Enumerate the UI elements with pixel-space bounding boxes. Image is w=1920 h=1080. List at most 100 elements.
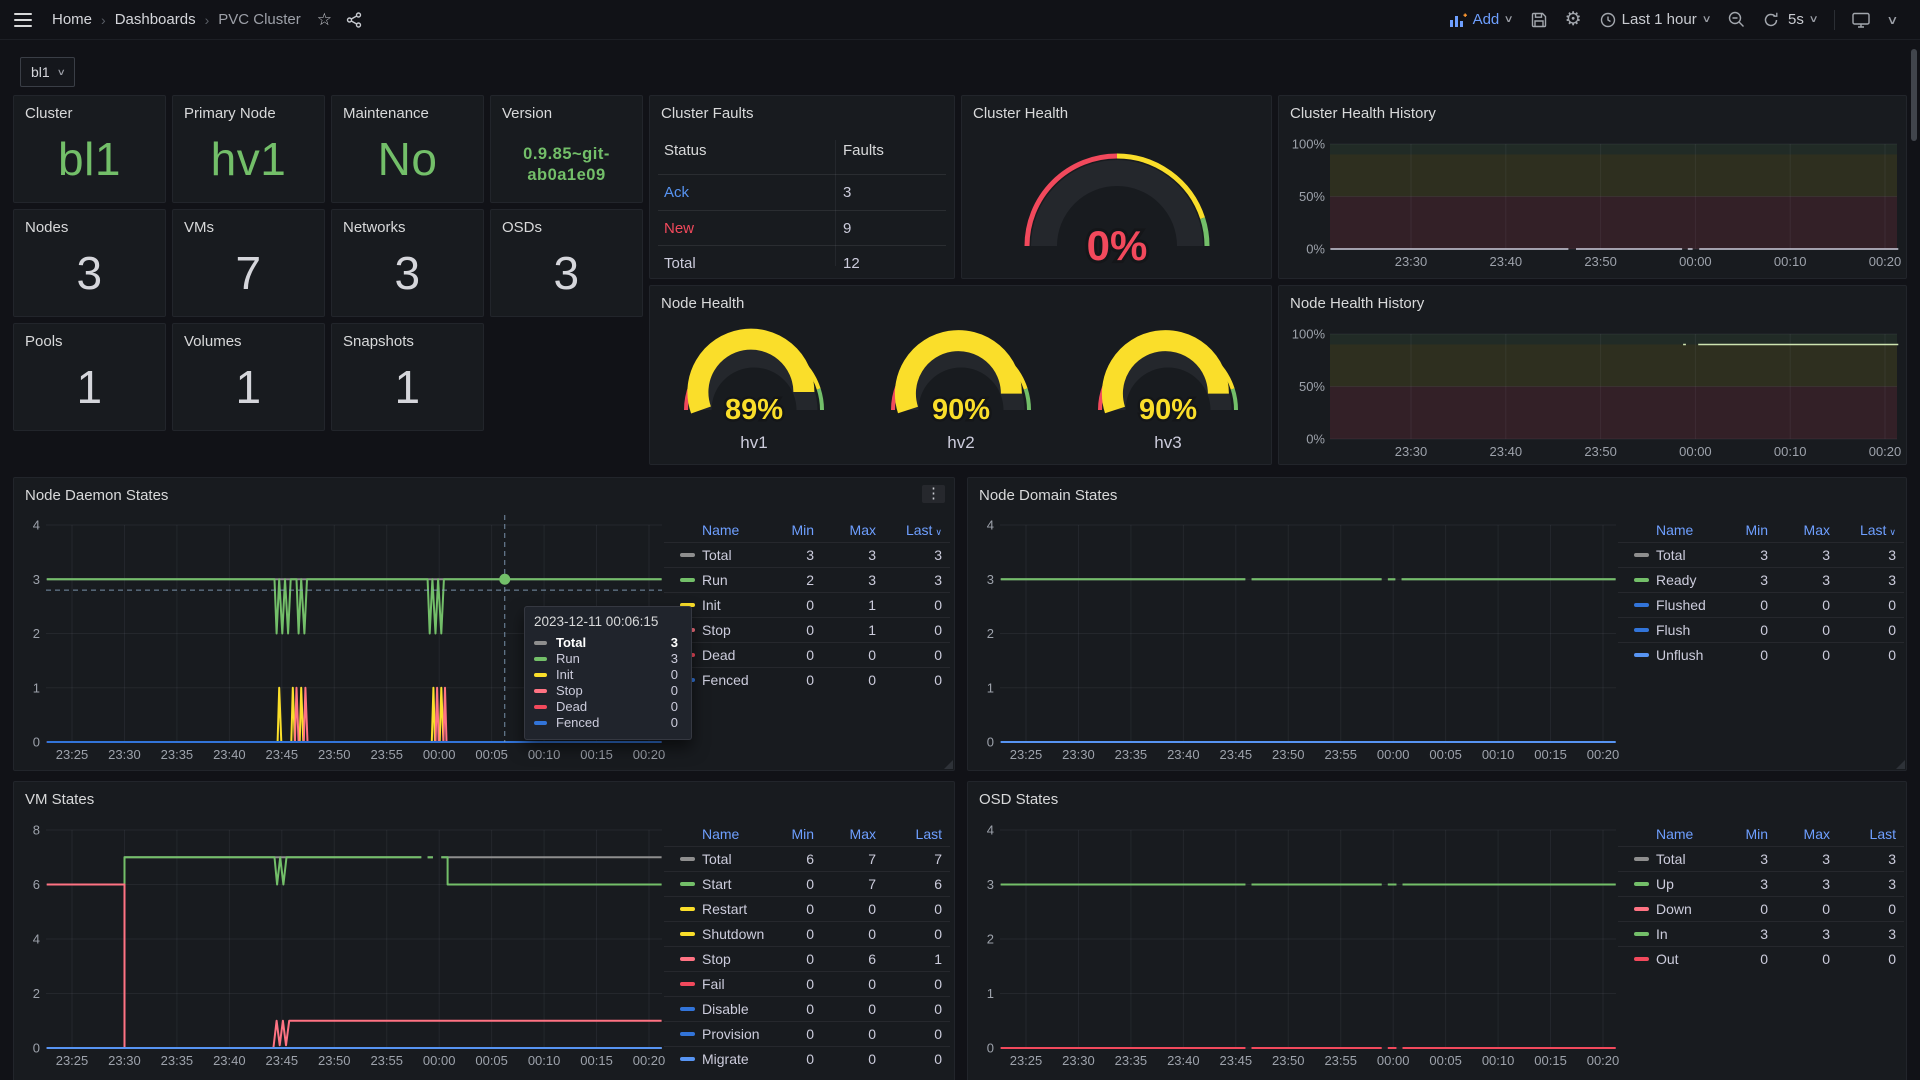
refresh-interval-picker[interactable]: 5s ∨ <box>1788 11 1817 28</box>
node-health-history-panel[interactable]: Node Health History 0%50%100%23:3023:402… <box>1278 285 1907 465</box>
legend-row[interactable]: Stop010 <box>664 617 950 642</box>
add-button[interactable]: Add ∨ <box>1449 11 1513 28</box>
legend-row[interactable]: Total677 <box>664 846 950 871</box>
svg-text:0%: 0% <box>1306 242 1325 257</box>
legend-col-max[interactable]: Max <box>816 822 876 846</box>
cluster-variable-value: bl1 <box>31 64 50 80</box>
panel-title: Cluster <box>25 105 73 122</box>
legend-row[interactable]: Stop061 <box>664 946 950 971</box>
legend-row[interactable]: Start076 <box>664 871 950 896</box>
legend-row[interactable]: Provision000 <box>664 1021 950 1046</box>
legend-col-last[interactable]: Last <box>882 822 942 846</box>
legend-value: 6 <box>754 847 814 871</box>
legend-row[interactable]: Flushed000 <box>1618 592 1904 617</box>
legend-series-name: Stop <box>702 618 731 642</box>
legend-value: 3 <box>1770 872 1830 896</box>
time-range-picker[interactable]: Last 1 hour ∨ <box>1600 11 1710 28</box>
legend-col-min[interactable]: Min <box>1708 518 1768 542</box>
legend-row[interactable]: Out000 <box>1618 946 1904 971</box>
kiosk-mode-button[interactable] <box>1852 12 1870 28</box>
legend-row[interactable]: Restart000 <box>664 896 950 921</box>
legend-row[interactable]: Flush000 <box>1618 617 1904 642</box>
legend-table: Name MinMaxLast∨Total333Run233Init010Stop… <box>664 518 950 692</box>
node-daemon-states-panel[interactable]: Node Daemon States ⋮ 2023-12-11 00:06:15… <box>13 477 955 771</box>
legend-value: 0 <box>816 668 876 692</box>
vm-states-panel[interactable]: VM States 0246823:2523:3023:3523:4023:45… <box>13 781 955 1080</box>
svg-text:23:30: 23:30 <box>1062 1053 1095 1068</box>
panel-resize-handle[interactable] <box>1896 760 1905 769</box>
cluster-health-history-panel[interactable]: Cluster Health History 0%50%100%23:3023:… <box>1278 95 1907 279</box>
legend-row[interactable]: Ready333 <box>1618 567 1904 592</box>
legend-row[interactable]: Down000 <box>1618 896 1904 921</box>
panel-resize-handle[interactable] <box>944 760 953 769</box>
legend-col-last[interactable]: Last∨ <box>1836 518 1896 544</box>
svg-text:23:55: 23:55 <box>370 1053 403 1068</box>
legend-row[interactable]: Dead000 <box>664 642 950 667</box>
legend-col-last[interactable]: Last∨ <box>882 518 942 544</box>
legend-row[interactable]: In333 <box>1618 921 1904 946</box>
faults-col-faults[interactable]: Faults <box>843 142 884 159</box>
series-color-swatch <box>680 578 695 582</box>
legend-col-max[interactable]: Max <box>1770 518 1830 542</box>
breadcrumb-home[interactable]: Home <box>52 11 92 28</box>
legend-row[interactable]: Run233 <box>664 567 950 592</box>
save-dashboard-button[interactable] <box>1531 12 1547 28</box>
breadcrumb-dashboards[interactable]: Dashboards <box>115 11 196 28</box>
star-icon[interactable]: ☆ <box>317 10 332 30</box>
cluster-variable-dropdown[interactable]: bl1 ∨ <box>20 57 75 87</box>
legend-row[interactable]: Init010 <box>664 592 950 617</box>
dashboard-settings-button[interactable]: ⚙ <box>1565 10 1582 29</box>
gear-icon: ⚙ <box>1565 10 1582 29</box>
panel-menu-icon[interactable]: ⋮ <box>922 485 945 503</box>
legend-row[interactable]: Disable000 <box>664 996 950 1021</box>
svg-text:0: 0 <box>987 1041 994 1056</box>
legend-value: 3 <box>882 568 942 592</box>
legend-col-max[interactable]: Max <box>1770 822 1830 846</box>
node-domain-states-panel[interactable]: Node Domain States 0123423:2523:3023:352… <box>967 477 1907 771</box>
legend-row[interactable]: Shutdown000 <box>664 921 950 946</box>
cluster-health-value: 0% <box>1087 222 1148 269</box>
refresh-button[interactable] <box>1763 12 1779 28</box>
fault-status[interactable]: New <box>664 220 694 237</box>
svg-text:00:00: 00:00 <box>1679 254 1712 269</box>
legend-row[interactable]: Fail000 <box>664 971 950 996</box>
share-icon[interactable] <box>346 12 362 28</box>
osd-states-panel[interactable]: OSD States 0123423:2523:3023:3523:4023:4… <box>967 781 1907 1080</box>
chart-canvas: 0%50%100%23:3023:4023:5000:0000:1000:20 <box>1279 96 1906 278</box>
legend-row[interactable]: Fenced000 <box>664 667 950 692</box>
faults-col-status[interactable]: Status <box>664 142 707 159</box>
legend-value: 7 <box>816 872 876 896</box>
legend-value: 0 <box>882 922 942 946</box>
menu-icon[interactable] <box>14 13 32 27</box>
legend-col-last[interactable]: Last <box>1836 822 1896 846</box>
legend-col-min[interactable]: Min <box>754 518 814 542</box>
zoom-out-button[interactable] <box>1728 11 1745 28</box>
legend-row[interactable]: Unflush000 <box>1618 642 1904 667</box>
svg-text:100%: 100% <box>1292 327 1326 342</box>
series-color-swatch <box>534 657 547 661</box>
fault-status[interactable]: Ack <box>664 184 689 201</box>
legend-col-min[interactable]: Min <box>754 822 814 846</box>
svg-text:00:00: 00:00 <box>1377 1053 1410 1068</box>
series-color-swatch <box>1634 857 1649 861</box>
legend-col-min[interactable]: Min <box>1708 822 1768 846</box>
legend-row[interactable]: Total333 <box>664 542 950 567</box>
svg-text:23:35: 23:35 <box>161 747 194 762</box>
nav-more-button[interactable]: ∨ <box>1888 13 1897 27</box>
legend-col-max[interactable]: Max <box>816 518 876 542</box>
legend-col-name[interactable]: Name <box>1656 822 1693 846</box>
stat-panel-snapshots: Snapshots 1 <box>331 323 484 431</box>
legend-col-name[interactable]: Name <box>702 822 739 846</box>
legend-col-name[interactable]: Name <box>702 518 739 542</box>
legend-value: 3 <box>1708 847 1768 871</box>
legend-row[interactable]: Migrate000 <box>664 1046 950 1071</box>
legend-series-name: Down <box>1656 897 1692 921</box>
legend-row[interactable]: Up333 <box>1618 871 1904 896</box>
legend-value: 0 <box>882 897 942 921</box>
legend-row[interactable]: Total333 <box>1618 542 1904 567</box>
legend-row[interactable]: Total333 <box>1618 846 1904 871</box>
legend-col-name[interactable]: Name <box>1656 518 1693 542</box>
svg-text:100%: 100% <box>1292 137 1326 152</box>
scrollbar-thumb[interactable] <box>1911 49 1917 141</box>
fault-status: Total <box>664 255 696 272</box>
